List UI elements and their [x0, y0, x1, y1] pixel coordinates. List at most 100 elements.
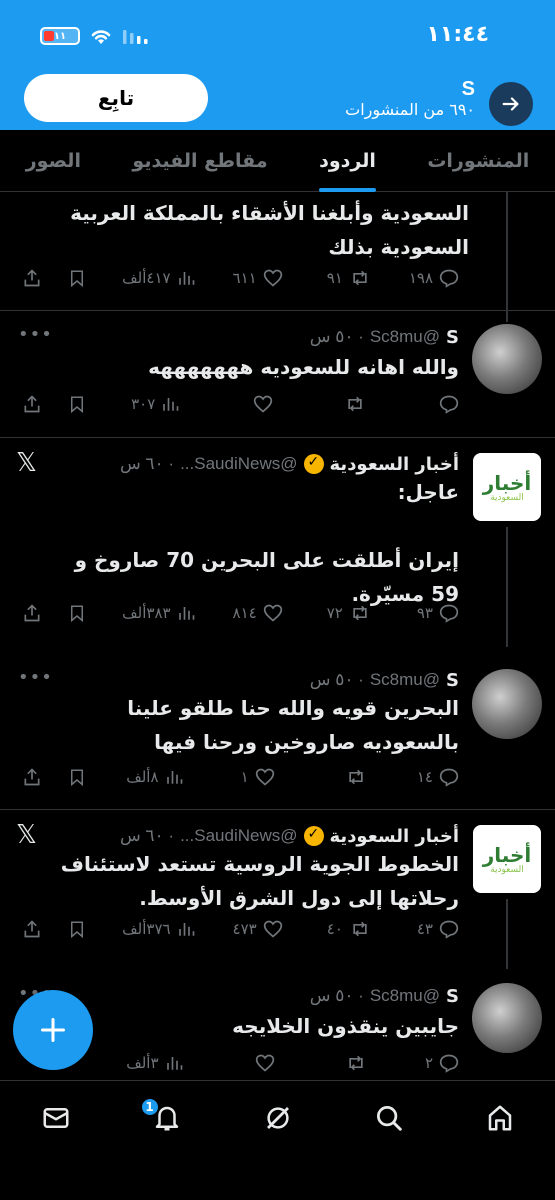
more-icon[interactable]: ••• [18, 667, 53, 688]
profile-tabs: المنشورات الردود مقاطع الفيديو الصور [0, 130, 555, 192]
repost-button[interactable]: ٩١ [319, 268, 371, 288]
post-text: والله اهانه للسعوديه هههههههه [148, 355, 459, 379]
reply-icon [439, 920, 459, 939]
tab-replies[interactable]: الردود [319, 130, 376, 192]
envelope-icon [43, 1108, 68, 1128]
like-button[interactable]: ٦١١ [231, 268, 283, 288]
repost-icon [348, 396, 362, 412]
heart-icon [255, 768, 274, 786]
post-text: جايبين ينقذون الخلايجه [232, 1014, 459, 1038]
home-indicator [0, 1155, 555, 1200]
reply-button[interactable]: ٤٣ [407, 919, 459, 939]
status-time: ١١:٤٤ [426, 22, 489, 47]
verified-icon [303, 454, 324, 474]
post-text: السعودية وأبلغنا الأشقاء بالمملكة العربي… [70, 201, 469, 259]
compose-button[interactable] [13, 990, 93, 1070]
divider [0, 310, 555, 311]
repost-button[interactable] [314, 394, 366, 414]
nav-notifications[interactable]: 1 [139, 1093, 192, 1143]
nav-search[interactable] [364, 1093, 414, 1143]
bookmark-icon[interactable] [68, 394, 86, 414]
post-actions: ٣٠٧ [14, 390, 459, 418]
author-handle: @Sc8mu [369, 986, 441, 1005]
repost-button[interactable] [315, 1053, 367, 1073]
battery-icon: ١١ [40, 27, 80, 45]
share-icon[interactable] [22, 268, 42, 288]
avatar[interactable] [472, 669, 542, 739]
list-item[interactable]: S @Sc8mu · ٥٠ س ••• والله اهانه للسعوديه… [0, 320, 555, 435]
more-icon[interactable]: ••• [18, 324, 53, 345]
tab-posts[interactable]: المنشورات [427, 130, 529, 192]
reply-button[interactable]: ١٩٨ [407, 268, 459, 288]
repost-button[interactable] [315, 767, 367, 787]
reply-icon [439, 768, 459, 787]
bottom-nav: 1 [0, 1080, 555, 1155]
tab-videos[interactable]: مقاطع الفيديو [132, 130, 267, 192]
like-button[interactable]: ٨١٤ [231, 603, 283, 623]
author-name: أخبار السعودية [329, 825, 459, 847]
avatar[interactable] [472, 324, 542, 394]
repost-button[interactable]: ٤٠ [319, 919, 371, 939]
share-icon[interactable] [22, 767, 42, 787]
bookmark-icon[interactable] [68, 919, 86, 939]
avatar[interactable]: أخبار السعودية [473, 825, 541, 893]
views-count: ٣ألف [126, 1054, 159, 1072]
tab-photos[interactable]: الصور [26, 130, 81, 192]
share-icon[interactable] [22, 394, 42, 414]
post-extra-actions [14, 767, 86, 787]
back-button[interactable] [489, 82, 533, 126]
views-button[interactable]: ٣٠٧ [127, 395, 179, 413]
profile-header: ١١ ١١:٤٤ تابِع S ٦٩٠ من المنشورات [0, 0, 555, 130]
post-actions: ٤٣ ٤٠ ٤٧٣ ٣٧٦ألف [14, 915, 459, 943]
repost-count: ٤٠ [326, 920, 343, 938]
battery-text: ١١ [53, 30, 67, 42]
author-handle: @SaudiNews... [180, 454, 298, 473]
search-icon [376, 1106, 402, 1131]
reply-button[interactable]: ١٤ [407, 767, 459, 787]
views-button[interactable]: ٣٧٦ألف [122, 920, 194, 938]
author-handle: @Sc8mu [369, 327, 441, 346]
post-actions: ١٩٨ ٩١ ٦١١ ٤١٧ألف [14, 264, 459, 292]
avatar[interactable]: أخبار السعودية [473, 453, 541, 521]
views-button[interactable]: ٨ألف [126, 768, 182, 786]
bookmark-icon[interactable] [68, 767, 86, 787]
x-logo-icon: 𝕏 [16, 819, 37, 849]
views-button[interactable]: ٤١٧ألف [122, 269, 194, 287]
nav-home[interactable] [475, 1093, 525, 1143]
divider [0, 437, 555, 438]
like-count: ١ [240, 768, 249, 786]
views-count: ٣٧٦ألف [122, 920, 171, 938]
nav-grok[interactable] [253, 1093, 303, 1143]
nav-messages[interactable] [31, 1093, 81, 1143]
reply-button[interactable] [407, 394, 459, 414]
reply-button[interactable]: ٩٣ [407, 603, 459, 623]
like-button[interactable] [221, 394, 273, 414]
repost-button[interactable]: ٧٢ [319, 603, 371, 623]
bookmark-icon[interactable] [68, 603, 86, 623]
reply-icon [439, 269, 459, 288]
list-item[interactable]: السعودية وأبلغنا الأشقاء بالمملكة العربي… [0, 192, 555, 322]
views-button[interactable]: ٣٨٣ألف [122, 604, 194, 622]
list-item[interactable]: S @Sc8mu · ٥٠ س ••• البحرين قويه والله ح… [0, 657, 555, 802]
heart-icon [253, 395, 272, 413]
verified-icon [303, 826, 324, 846]
list-item[interactable]: أخبار السعودية أخبار السعودية @SaudiNews… [0, 447, 555, 647]
views-button[interactable]: ٣ألف [126, 1054, 182, 1072]
share-icon[interactable] [22, 603, 42, 623]
follow-button[interactable]: تابِع [24, 74, 208, 122]
like-button[interactable]: ١ [223, 767, 275, 787]
reply-button[interactable]: ٢ [407, 1053, 459, 1073]
views-icon [163, 398, 179, 411]
list-item[interactable]: أخبار السعودية أخبار السعودية @SaudiNews… [0, 819, 555, 969]
repost-count: ٧٢ [326, 604, 343, 622]
avatar[interactable] [472, 983, 542, 1053]
bookmark-icon[interactable] [68, 268, 86, 288]
author-handle: @SaudiNews... [180, 826, 298, 845]
news-logo-sub: السعودية [490, 493, 524, 503]
share-icon[interactable] [22, 919, 42, 939]
post-text: الخطوط الجوية الروسية تستعد لاستئناف رحل… [60, 852, 459, 910]
like-button[interactable]: ٤٧٣ [231, 919, 283, 939]
repost-icon [353, 605, 367, 621]
like-button[interactable] [223, 1053, 275, 1073]
reply-icon [439, 604, 459, 623]
